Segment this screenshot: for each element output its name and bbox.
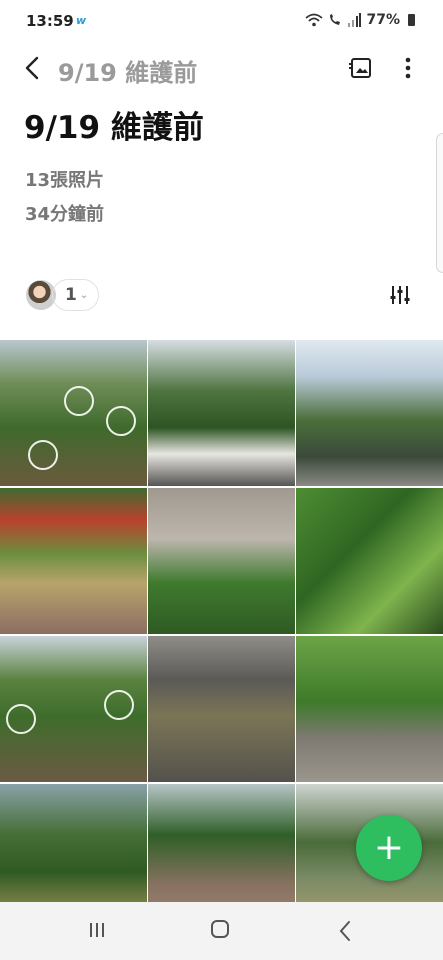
chevron-down-icon: ⌄	[79, 289, 89, 301]
member-count: 1	[65, 285, 77, 305]
updated-time: 34分鐘前	[25, 204, 105, 225]
album-title: 9/19 維護前	[24, 110, 204, 146]
battery-percent: 77%	[366, 12, 400, 28]
shared-members[interactable]: 1 ⌄	[26, 279, 100, 311]
photo-thumbnail[interactable]	[296, 636, 443, 782]
annotation-circle	[64, 386, 94, 416]
annotation-circle	[104, 690, 134, 720]
photo-thumbnail[interactable]	[0, 784, 147, 902]
status-time: 13:59	[26, 12, 74, 30]
photo-count: 13張照片	[25, 170, 105, 191]
app-bar: 9/19 維護前	[0, 44, 443, 92]
annotation-circle	[6, 704, 36, 734]
more-options-icon[interactable]	[398, 54, 418, 82]
add-button[interactable]: +	[356, 815, 422, 881]
photo-thumbnail[interactable]	[148, 488, 295, 634]
annotation-circle	[28, 440, 58, 470]
photo-thumbnail[interactable]	[296, 340, 443, 486]
nav-back-icon[interactable]	[338, 920, 352, 942]
wifi-icon	[305, 13, 324, 27]
photo-thumbnail[interactable]	[296, 488, 443, 634]
photo-thumbnail[interactable]	[148, 636, 295, 782]
recent-apps-icon[interactable]	[88, 922, 106, 938]
scroll-handle[interactable]	[436, 133, 443, 273]
appbar-title: 9/19 維護前	[58, 59, 198, 87]
w-app-icon: w	[76, 14, 87, 27]
system-nav-bar	[0, 902, 443, 960]
photo-thumbnail[interactable]	[0, 488, 147, 634]
signal-icon	[348, 13, 362, 27]
photo-thumbnail[interactable]	[0, 636, 147, 782]
photo-thumbnail[interactable]	[148, 784, 295, 902]
back-arrow-icon[interactable]	[20, 52, 46, 84]
status-icons: 77%	[305, 12, 415, 28]
status-bar: 13:59 w 77%	[0, 0, 443, 42]
photo-thumbnail[interactable]	[148, 340, 295, 486]
plus-icon: +	[373, 827, 405, 868]
annotation-circle	[106, 406, 136, 436]
slideshow-icon[interactable]	[348, 55, 374, 81]
member-count-button[interactable]: 1 ⌄	[52, 279, 100, 311]
photo-thumbnail[interactable]	[0, 340, 147, 486]
battery-icon	[408, 14, 415, 26]
filter-icon[interactable]	[389, 284, 411, 306]
home-icon[interactable]	[211, 920, 229, 938]
call-icon	[330, 14, 341, 25]
